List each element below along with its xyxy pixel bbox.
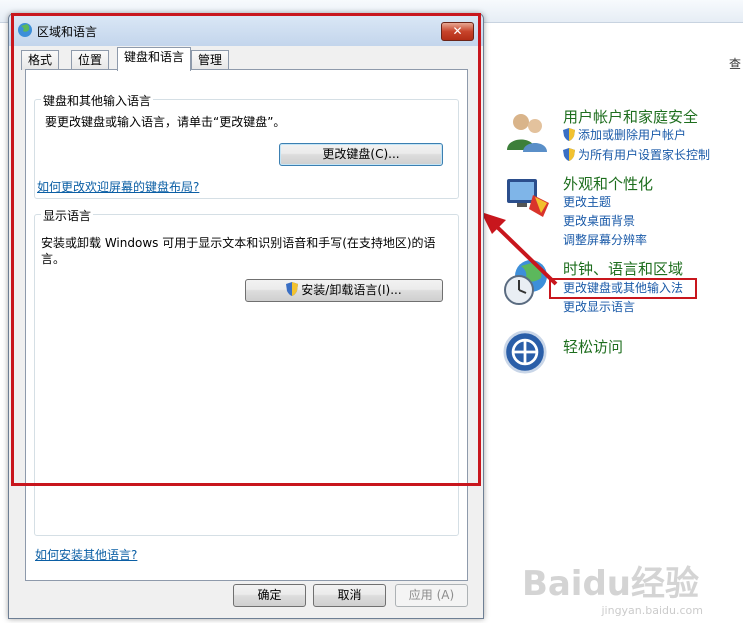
change-keyboard-button[interactable]: 更改键盘(C)... bbox=[279, 143, 443, 166]
tab-panel: 键盘和其他输入语言 要更改键盘或输入语言，请单击“更改键盘”。 更改键盘(C).… bbox=[25, 69, 468, 581]
uac-shield-icon bbox=[286, 282, 299, 296]
install-button-label: 安装/卸载语言(I)... bbox=[301, 283, 402, 297]
close-button[interactable]: ✕ bbox=[441, 22, 474, 41]
display-description-line2: 言。 bbox=[41, 252, 66, 266]
display-description-line1: 安装或卸载 Windows 可用于显示文本和识别语音和手写(在支持地区)的语 bbox=[41, 236, 436, 250]
install-other-languages-link[interactable]: 如何安装其他语言? bbox=[35, 546, 137, 563]
ok-button[interactable]: 确定 bbox=[233, 584, 306, 607]
globe-icon bbox=[18, 23, 32, 37]
tab-keyboard-language[interactable]: 键盘和语言 bbox=[117, 47, 192, 71]
dialog-client: 格式 位置 键盘和语言 管理 键盘和其他输入语言 要更改键盘或输入语言，请单击“… bbox=[15, 46, 477, 612]
dialog-title: 区域和语言 bbox=[37, 25, 98, 39]
baidu-watermark: Baidu经验 bbox=[521, 564, 699, 604]
region-language-dialog: 区域和语言 ✕ 格式 位置 键盘和语言 管理 键盘和其他输入语言 要更改键盘或输… bbox=[8, 13, 484, 619]
keyboard-description: 要更改键盘或输入语言，请单击“更改键盘”。 bbox=[45, 115, 286, 129]
install-uninstall-language-button[interactable]: 安装/卸载语言(I)... bbox=[245, 279, 443, 302]
cancel-button[interactable]: 取消 bbox=[313, 584, 386, 607]
display-group-label: 显示语言 bbox=[41, 207, 94, 224]
dialog-titlebar[interactable]: 区域和语言 ✕ bbox=[9, 14, 483, 46]
welcome-screen-keyboard-link[interactable]: 如何更改欢迎屏幕的键盘布局? bbox=[37, 178, 199, 195]
tab-format[interactable]: 格式 bbox=[21, 50, 60, 70]
apply-button[interactable]: 应用 (A) bbox=[395, 584, 468, 607]
tab-administrative[interactable]: 管理 bbox=[191, 50, 230, 70]
watermark-url: jingyan.baidu.com bbox=[601, 604, 703, 617]
display-language-group: 显示语言 安装或卸载 Windows 可用于显示文本和识别语音和手写(在支持地区… bbox=[34, 207, 459, 536]
tab-location[interactable]: 位置 bbox=[71, 50, 110, 70]
keyboard-group: 键盘和其他输入语言 要更改键盘或输入语言，请单击“更改键盘”。 更改键盘(C).… bbox=[34, 92, 459, 199]
keyboard-group-label: 键盘和其他输入语言 bbox=[41, 92, 154, 109]
